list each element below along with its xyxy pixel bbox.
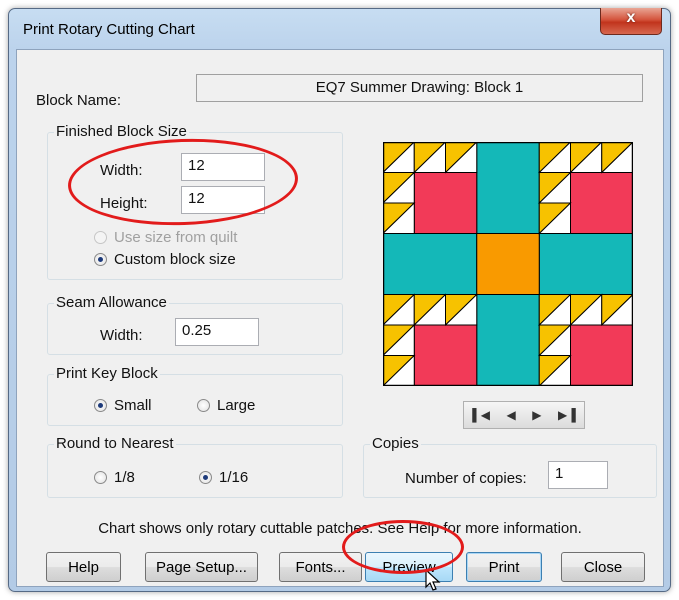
- round-eighth-radio[interactable]: 1/8: [94, 469, 135, 486]
- round-sixteenth-label: 1/16: [219, 469, 249, 486]
- first-icon[interactable]: ▌◀: [472, 408, 490, 422]
- seam-width-label: Width:: [100, 327, 143, 344]
- seam-allowance-title: Seam Allowance: [54, 294, 169, 311]
- block-width-label: Width:: [100, 162, 143, 179]
- use-size-from-quilt-label: Use size from quilt: [114, 229, 238, 246]
- block-patch: [413, 324, 478, 386]
- block-patch: [538, 233, 633, 295]
- last-icon[interactable]: ▶▐: [558, 408, 576, 422]
- print-key-block-title: Print Key Block: [54, 365, 160, 382]
- copies-title: Copies: [370, 435, 421, 452]
- round-to-nearest-title: Round to Nearest: [54, 435, 176, 452]
- block-patch: [413, 172, 478, 234]
- block-patch: [476, 294, 540, 386]
- key-block-large-radio[interactable]: Large: [197, 397, 255, 414]
- fonts-button[interactable]: Fonts...: [279, 552, 362, 582]
- seam-allowance-group: Seam Allowance Width: 0.25: [47, 294, 343, 355]
- block-height-label: Height:: [100, 195, 148, 212]
- round-to-nearest-group: Round to Nearest 1/8 1/16: [47, 435, 343, 498]
- dialog-window: Print Rotary Cutting Chart x Block Name:…: [8, 8, 671, 592]
- radio-circle-icon: [197, 399, 210, 412]
- block-patch: [570, 172, 633, 234]
- seam-width-input[interactable]: 0.25: [175, 318, 259, 346]
- block-patch: [476, 142, 540, 234]
- finished-block-size-group: Finished Block Size Width: 12 Height: 12…: [47, 123, 343, 280]
- close-button[interactable]: Close: [561, 552, 645, 582]
- key-block-small-radio[interactable]: Small: [94, 397, 152, 414]
- block-name-value: EQ7 Summer Drawing: Block 1: [315, 79, 524, 96]
- block-patch: [476, 233, 540, 295]
- close-window-button[interactable]: x: [600, 8, 662, 35]
- radio-selected-icon: [199, 471, 212, 484]
- block-width-input[interactable]: 12: [181, 153, 265, 181]
- block-patch: [570, 324, 633, 386]
- round-eighth-label: 1/8: [114, 469, 135, 486]
- block-navigation: ▌◀ ◀ ▶ ▶▐: [463, 401, 585, 429]
- page-setup-button[interactable]: Page Setup...: [145, 552, 258, 582]
- info-text: Chart shows only rotary cuttable patches…: [98, 520, 582, 537]
- prev-icon[interactable]: ◀: [507, 408, 516, 422]
- radio-circle-icon: [94, 471, 107, 484]
- mouse-cursor-icon: [425, 569, 441, 591]
- radio-selected-icon: [94, 399, 107, 412]
- print-key-block-group: Print Key Block Small Large: [47, 365, 343, 426]
- number-of-copies-label: Number of copies:: [405, 470, 527, 487]
- print-button[interactable]: Print: [466, 552, 542, 582]
- finished-block-size-title: Finished Block Size: [54, 123, 189, 140]
- dialog-client: Block Name: EQ7 Summer Drawing: Block 1 …: [16, 49, 664, 591]
- custom-block-size-radio[interactable]: Custom block size: [94, 251, 236, 268]
- radio-selected-icon: [94, 253, 107, 266]
- help-button[interactable]: Help: [46, 552, 121, 582]
- block-height-input[interactable]: 12: [181, 186, 265, 214]
- number-of-copies-input[interactable]: 1: [548, 461, 608, 489]
- radio-circle-icon: [94, 231, 107, 244]
- use-size-from-quilt-radio[interactable]: Use size from quilt: [94, 229, 237, 246]
- key-block-preview: [383, 142, 633, 386]
- block-name-label: Block Name:: [36, 92, 122, 109]
- key-block-small-label: Small: [114, 397, 152, 414]
- next-icon[interactable]: ▶: [532, 408, 541, 422]
- title-bar: Print Rotary Cutting Chart x: [9, 8, 670, 49]
- round-sixteenth-radio[interactable]: 1/16: [199, 469, 248, 486]
- window-title: Print Rotary Cutting Chart: [23, 21, 195, 38]
- close-icon: x: [626, 9, 636, 26]
- block-patch: [383, 233, 478, 295]
- custom-block-size-label: Custom block size: [114, 251, 236, 268]
- block-name-field: EQ7 Summer Drawing: Block 1: [196, 74, 643, 102]
- key-block-large-label: Large: [217, 397, 256, 414]
- copies-group: Copies Number of copies: 1: [363, 435, 657, 498]
